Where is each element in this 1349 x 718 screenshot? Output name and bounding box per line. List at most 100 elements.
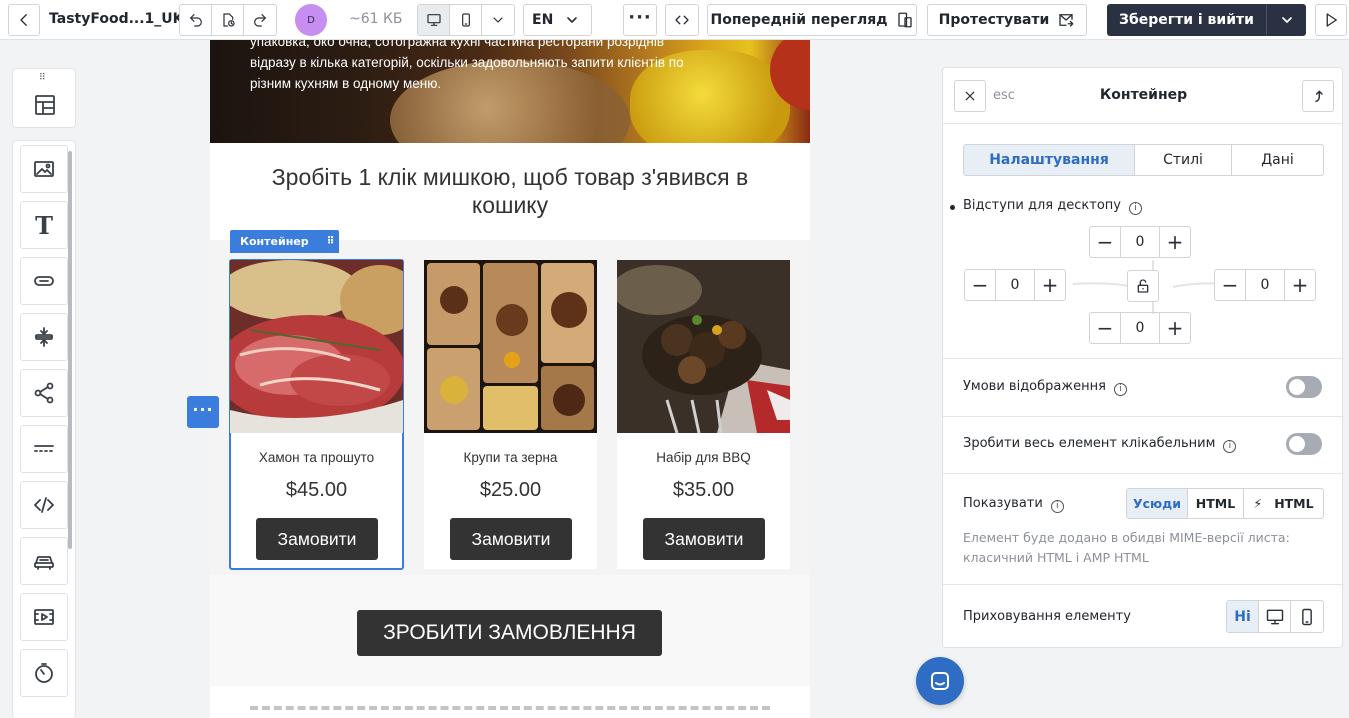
hide-mobile-option[interactable]	[1291, 601, 1323, 632]
device-dropdown-button[interactable]	[482, 5, 514, 35]
more-icon: ···	[192, 399, 214, 419]
padding-bottom-value[interactable]: 0	[1121, 312, 1159, 344]
avatar[interactable]: D	[295, 4, 327, 36]
module-block-button[interactable]	[20, 537, 68, 585]
drag-handle-icon[interactable]: ⠿	[39, 73, 47, 83]
info-icon[interactable]: i	[1223, 440, 1237, 453]
show-everywhere-option[interactable]: Усюди	[1127, 489, 1188, 518]
blocks-toolbar: T	[12, 140, 76, 718]
chat-support-button[interactable]	[916, 657, 964, 705]
toolbar-scrollbar[interactable]	[68, 151, 72, 549]
more-options-button[interactable]: ···	[623, 4, 657, 36]
tab-data[interactable]: Дані	[1232, 145, 1323, 175]
padding-lock-button[interactable]	[1127, 270, 1159, 302]
desktop-icon	[426, 14, 441, 26]
hero-text-line: відразу в кілька категорій, оскільки зад…	[250, 55, 684, 70]
show-amp-option[interactable]: ⚡ HTML	[1244, 489, 1323, 518]
text-block-button[interactable]: T	[20, 201, 68, 249]
padding-left-stepper: − 0 +	[964, 269, 1066, 301]
spacer-icon	[35, 327, 53, 347]
headline-block[interactable]: Зробіть 1 клік мишкою, щоб товар з'явивс…	[210, 143, 810, 240]
mobile-view-button[interactable]	[450, 5, 482, 35]
place-order-button[interactable]: ЗРОБИТИ ЗАМОВЛЕННЯ	[357, 610, 662, 656]
timer-block-button[interactable]	[20, 649, 68, 697]
increment-button[interactable]: +	[1159, 226, 1191, 258]
product-price: $45.00	[285, 479, 348, 501]
decrement-button[interactable]: −	[1214, 269, 1246, 301]
button-block-button[interactable]	[20, 257, 68, 305]
decrement-button[interactable]: −	[1089, 312, 1121, 344]
spacer-block-button[interactable]	[20, 313, 68, 361]
padding-right-stepper: − 0 +	[1214, 269, 1316, 301]
info-icon[interactable]: i	[1050, 500, 1064, 513]
divider-block[interactable]	[210, 686, 810, 718]
divider	[943, 416, 1344, 417]
padding-left-value[interactable]: 0	[996, 269, 1034, 301]
product-card[interactable]: Набір для BBQ $35.00 Замовити	[617, 260, 790, 569]
video-icon	[34, 609, 54, 625]
info-icon[interactable]: i	[1128, 202, 1142, 215]
product-card[interactable]: Крупи та зерна $25.00 Замовити	[424, 260, 597, 569]
save-and-exit-button[interactable]: Зберегти і вийти	[1107, 4, 1306, 36]
headline-text: Зробіть 1 клік мишкою, щоб товар з'явивс…	[271, 164, 749, 218]
padding-top-value[interactable]: 0	[1121, 226, 1159, 258]
preview-button[interactable]: Попередній перегляд	[707, 4, 917, 36]
code-view-button[interactable]	[665, 4, 699, 36]
padding-right-value[interactable]: 0	[1246, 269, 1284, 301]
hide-none-option[interactable]: Ні	[1227, 601, 1260, 632]
product-image[interactable]	[424, 260, 597, 433]
decrement-button[interactable]: −	[964, 269, 996, 301]
play-icon	[1326, 13, 1337, 27]
product-card[interactable]: Хамон та прошуто $45.00 Замовити	[229, 259, 404, 570]
container-more-button[interactable]: ···	[187, 396, 219, 428]
show-selector: Усюди HTML ⚡ HTML	[1126, 488, 1324, 519]
social-block-button[interactable]	[20, 369, 68, 417]
video-block-button[interactable]	[20, 593, 68, 641]
version-history-button[interactable]	[212, 5, 244, 35]
hero-text[interactable]: упаковка, око очна, сотогражна кухні час…	[250, 40, 710, 94]
undo-button[interactable]	[180, 5, 212, 35]
display-conditions-toggle[interactable]	[1286, 376, 1322, 398]
divider	[943, 584, 1344, 585]
order-block[interactable]: ЗРОБИТИ ЗАМОВЛЕННЯ	[210, 575, 810, 685]
product-image[interactable]	[617, 260, 790, 433]
select-parent-button[interactable]	[1302, 80, 1334, 112]
save-dropdown-button[interactable]	[1267, 4, 1306, 36]
test-button[interactable]: Протестувати	[927, 4, 1087, 36]
redo-button[interactable]	[244, 5, 276, 35]
image-block-button[interactable]	[20, 145, 68, 193]
desktop-view-button[interactable]	[418, 5, 450, 35]
increment-button[interactable]: +	[1284, 269, 1316, 301]
hide-selector: Ні	[1226, 600, 1324, 633]
arrow-up-icon	[1315, 90, 1323, 103]
order-product-button[interactable]: Замовити	[450, 518, 572, 560]
timer-icon	[35, 663, 53, 683]
order-product-button[interactable]: Замовити	[643, 518, 765, 560]
language-select[interactable]: EN	[523, 4, 592, 36]
hero-text-line: різним кухням в одному меню.	[250, 76, 442, 91]
bbq-image	[617, 260, 790, 433]
show-html-option[interactable]: HTML	[1188, 489, 1244, 518]
tab-styles[interactable]: Стилі	[1135, 145, 1232, 175]
order-product-button[interactable]: Замовити	[256, 518, 378, 560]
hide-desktop-option[interactable]	[1259, 601, 1292, 632]
html-block-button[interactable]	[20, 481, 68, 529]
tab-settings[interactable]: Налаштування	[964, 145, 1135, 175]
increment-button[interactable]: +	[1159, 312, 1191, 344]
chevron-down-icon	[567, 17, 577, 23]
product-image[interactable]	[230, 260, 403, 433]
hero-image[interactable]: упаковка, око очна, сотогражна кухні час…	[210, 40, 810, 143]
divider-block-button[interactable]	[20, 425, 68, 473]
increment-button[interactable]: +	[1034, 269, 1066, 301]
drag-handle-icon[interactable]: ⠿	[327, 236, 336, 247]
layout-icon[interactable]	[33, 93, 57, 117]
info-icon[interactable]: i	[1113, 383, 1127, 396]
email-title[interactable]: TastyFood...1_UK	[49, 11, 184, 27]
clickable-toggle[interactable]	[1286, 433, 1322, 455]
save-and-exit-label: Зберегти і вийти	[1107, 4, 1267, 36]
run-preview-button[interactable]	[1315, 4, 1347, 36]
back-button[interactable]	[8, 4, 40, 36]
decrement-button[interactable]: −	[1089, 226, 1121, 258]
product-price: $25.00	[479, 479, 542, 501]
container-label[interactable]: Контейнер ⠿	[230, 230, 339, 253]
